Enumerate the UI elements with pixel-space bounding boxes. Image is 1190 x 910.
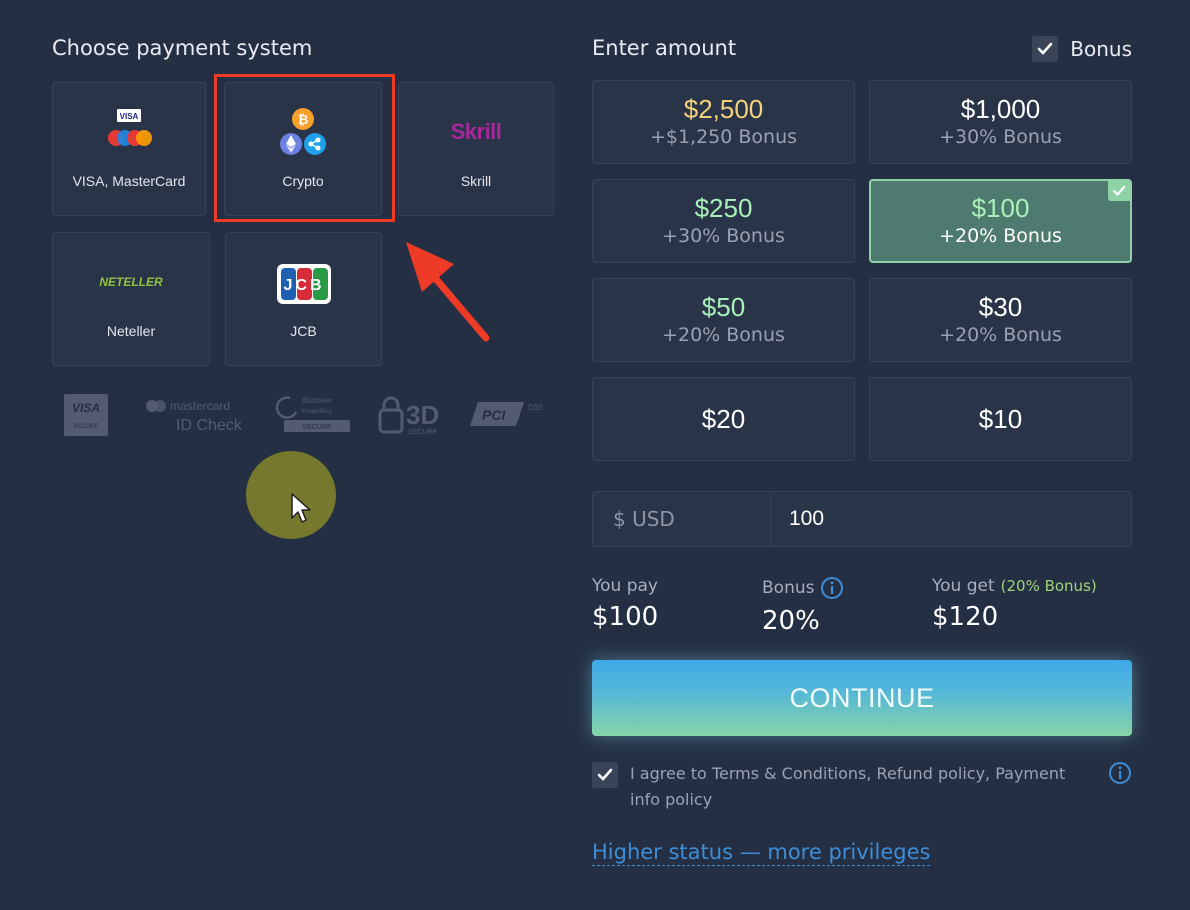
you-get-value: $120 — [932, 602, 999, 632]
visa-small-text: VISA — [120, 112, 139, 121]
crypto-logo-icon: ₿ — [225, 107, 381, 159]
terms-text: I agree to Terms & Conditions, Refund po… — [630, 764, 1066, 809]
skrill-logo-icon: Skrill — [399, 119, 553, 145]
svg-text:3D: 3D — [406, 400, 439, 430]
svg-text:VISA: VISA — [72, 401, 100, 415]
svg-text:PCI: PCI — [482, 407, 506, 423]
svg-text:ID Check: ID Check — [176, 417, 243, 434]
amount-option-value: $100 — [971, 193, 1030, 223]
you-get-summary: You get (20% Bonus) $120 — [932, 576, 1097, 632]
amount-option[interactable]: $100 +20% Bonus — [869, 179, 1132, 263]
visa-mastercard-logo-icon: VISA — [53, 107, 205, 153]
bonus-summary: Bonus 20% — [762, 576, 844, 636]
checkmark-icon — [1037, 42, 1053, 55]
amount-option-bonus: +30% Bonus — [662, 225, 785, 247]
payment-method-crypto[interactable]: ₿ Crypto — [224, 82, 382, 216]
amount-option-value: $250 — [694, 193, 753, 223]
terms-info-icon[interactable] — [1108, 761, 1132, 813]
amount-option-bonus: +20% Bonus — [662, 324, 785, 346]
payment-method-skrill[interactable]: Skrill Skrill — [398, 82, 554, 216]
amount-option-value: $2,500 — [683, 94, 764, 124]
higher-status-link[interactable]: Higher status — more privileges — [592, 840, 931, 866]
amount-option-value: $20 — [701, 404, 746, 434]
amount-option-value: $1,000 — [960, 94, 1041, 124]
svg-text:mastercard: mastercard — [170, 399, 230, 413]
amount-option-bonus: +20% Bonus — [939, 324, 1062, 346]
bonus-label: Bonus — [1070, 37, 1132, 61]
amount-option-value: $30 — [978, 292, 1023, 322]
selected-check-icon — [1108, 181, 1130, 201]
you-pay-value: $100 — [592, 602, 659, 632]
payment-method-jcb[interactable]: JCB JCB — [225, 232, 382, 366]
amount-input-field[interactable]: $ USD — [592, 491, 1132, 547]
amount-option-bonus: +$1,250 Bonus — [649, 126, 798, 148]
payment-system-title: Choose payment system — [52, 36, 313, 60]
security-badges: VISA SECURE mastercard ID Check discover… — [62, 392, 542, 438]
neteller-logo-icon: NETELLER — [53, 275, 209, 289]
currency-prefix: $ USD — [593, 492, 771, 546]
amount-option[interactable]: $30 +20% Bonus — [869, 278, 1132, 362]
amount-option[interactable]: $2,500 +$1,250 Bonus — [592, 80, 855, 164]
bonus-toggle[interactable]: Bonus — [1032, 36, 1132, 62]
amount-option[interactable]: $10 — [869, 377, 1132, 461]
amount-input[interactable] — [771, 492, 1131, 546]
terms-agreement: I agree to Terms & Conditions, Refund po… — [592, 762, 1132, 813]
amount-option-bonus: +30% Bonus — [939, 126, 1062, 148]
payment-method-visa-mastercard[interactable]: VISA VISA, MasterCard — [52, 82, 206, 216]
security-badges-icon: VISA SECURE mastercard ID Check discover… — [64, 394, 542, 436]
payment-system-panel: Choose payment system VISA VISA, MasterC… — [52, 36, 562, 436]
svg-text:SECURE: SECURE — [73, 424, 98, 430]
payment-method-label: Crypto — [282, 173, 324, 189]
amount-option-value: $10 — [978, 404, 1023, 434]
amount-option[interactable]: $50 +20% Bonus — [592, 278, 855, 362]
amount-option[interactable]: $1,000 +30% Bonus — [869, 80, 1132, 164]
payment-method-label: JCB — [290, 323, 317, 339]
svg-text:₿: ₿ — [298, 113, 309, 128]
you-get-bonus-note: (20% Bonus) — [1000, 577, 1097, 595]
you-pay-label: You pay — [592, 576, 658, 596]
bonus-summary-value: 20% — [762, 606, 820, 636]
red-arrow-icon — [406, 242, 490, 342]
amount-option-bonus: +20% Bonus — [939, 225, 1062, 247]
checkmark-icon — [597, 768, 613, 781]
payment-method-label: Neteller — [106, 323, 156, 339]
jcb-logo-text: JCB — [283, 277, 324, 294]
bonus-checkbox[interactable] — [1032, 36, 1059, 62]
terms-checkbox[interactable] — [592, 762, 618, 788]
continue-button[interactable]: CONTINUE — [592, 660, 1132, 736]
amount-option[interactable]: $20 — [592, 377, 855, 461]
payment-method-label: VISA, MasterCard — [72, 173, 186, 189]
jcb-logo-icon: JCB — [226, 263, 381, 305]
payment-summary: You pay $100 Bonus 20% You get (20% Bonu… — [592, 576, 1132, 646]
amount-panel: Enter amount Bonus $2,500 +$1,250 Bonus $1… — [592, 36, 1132, 866]
info-icon[interactable] — [820, 576, 844, 600]
bonus-summary-label: Bonus — [762, 578, 815, 598]
svg-text:SECURE: SECURE — [302, 424, 332, 431]
amount-option-value: $50 — [701, 292, 746, 322]
payment-method-neteller[interactable]: NETELLER Neteller — [52, 232, 210, 366]
svg-text:ProtectBuy: ProtectBuy — [302, 409, 331, 415]
svg-text:SECURE: SECURE — [408, 429, 438, 436]
amount-option[interactable]: $250 +30% Bonus — [592, 179, 855, 263]
neteller-logo-text: NETELLER — [99, 275, 163, 289]
svg-text:discover: discover — [302, 396, 332, 405]
payment-method-label: Skrill — [460, 173, 492, 189]
skrill-logo-text: Skrill — [450, 119, 502, 144]
you-get-label: You get — [932, 576, 995, 596]
svg-text:DSS: DSS — [528, 403, 542, 412]
mouse-cursor-icon — [291, 493, 311, 523]
you-pay-summary: You pay $100 — [592, 576, 658, 632]
